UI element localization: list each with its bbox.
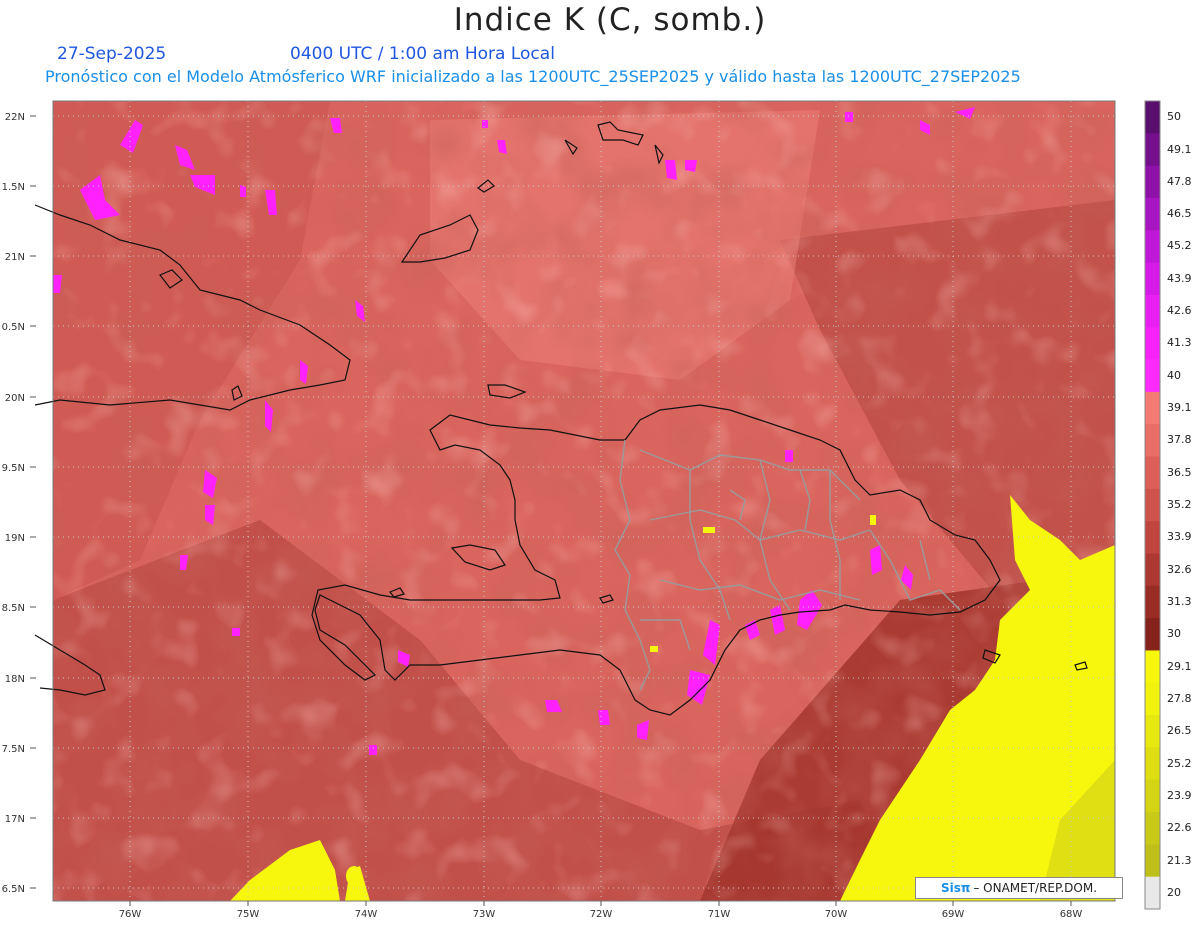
map-plot-area xyxy=(53,101,1115,901)
colorbar-swatch xyxy=(1145,165,1160,199)
colorbar-swatch xyxy=(1145,747,1160,781)
colorbar-swatch xyxy=(1145,456,1160,490)
lon-label: 72W xyxy=(590,909,613,920)
lon-label: 68W xyxy=(1060,909,1083,920)
colorbar-swatch xyxy=(1145,391,1160,425)
colorbar-label: 36.5 xyxy=(1167,465,1192,479)
colorbar-swatch xyxy=(1145,359,1160,393)
colorbar-swatch xyxy=(1145,553,1160,587)
colorbar-label: 27.8 xyxy=(1167,691,1192,705)
colorbar-label: 43.9 xyxy=(1167,271,1192,285)
colorbar-label: 25.2 xyxy=(1167,756,1192,770)
colorbar-label: 37.8 xyxy=(1167,433,1192,447)
lon-label: 71W xyxy=(708,909,731,920)
colorbar-swatch xyxy=(1145,327,1160,360)
colorbar-label: 29.1 xyxy=(1167,659,1192,673)
colorbar-swatch xyxy=(1145,230,1160,263)
colorbar-swatch xyxy=(1145,844,1160,878)
lat-label: 17N xyxy=(5,814,25,825)
colorbar-swatch xyxy=(1145,876,1160,910)
colorbar-swatch xyxy=(1145,812,1160,845)
colorbar-swatch xyxy=(1145,618,1160,651)
colorbar-label: 21.3 xyxy=(1167,853,1192,867)
lat-label: 9.5N xyxy=(2,463,25,474)
lat-label: 19N xyxy=(5,533,25,544)
lat-label: 0.5N xyxy=(2,322,25,333)
colorbar-label: 23.9 xyxy=(1167,788,1192,802)
colorbar-label: 40 xyxy=(1167,368,1181,382)
colorbar-label: 33.9 xyxy=(1167,530,1192,544)
colorbar-swatch xyxy=(1145,488,1160,522)
credit-badge: Sisπ – ONAMET/REP.DOM. xyxy=(915,877,1123,899)
colorbar-label: 42.6 xyxy=(1167,304,1192,318)
longitude-ticks xyxy=(129,901,1072,906)
colorbar-swatch xyxy=(1145,197,1160,231)
colorbar-label: 20 xyxy=(1167,885,1181,899)
low-k-speck xyxy=(703,527,715,533)
low-k-speck xyxy=(650,646,658,652)
colorbar-swatch xyxy=(1145,294,1160,328)
sis-logo: Sisπ xyxy=(940,881,971,895)
k-index-map: 22N 1.5N 21N 0.5N 20N 9.5N 19N 8.5N 18N … xyxy=(2,100,1161,920)
lon-label: 73W xyxy=(473,909,496,920)
colorbar-label: 22.6 xyxy=(1167,821,1192,835)
lon-label: 69W xyxy=(942,909,965,920)
colorbar-label: 49.1 xyxy=(1167,142,1192,156)
lat-label: 1.5N xyxy=(2,182,25,193)
colorbar-swatch xyxy=(1145,424,1160,457)
colorbar-label: 46.5 xyxy=(1167,207,1192,221)
latitude-labels: 22N 1.5N 21N 0.5N 20N 9.5N 19N 8.5N 18N … xyxy=(2,112,25,895)
lat-label: 20N xyxy=(5,393,25,404)
low-k-speck xyxy=(870,515,876,525)
lat-label: 6.5N xyxy=(2,884,25,895)
lat-label: 18N xyxy=(5,674,25,685)
lat-label: 22N xyxy=(5,112,25,123)
colorbar xyxy=(1144,100,1161,910)
lon-label: 74W xyxy=(355,909,378,920)
colorbar-label: 39.1 xyxy=(1167,401,1192,414)
colorbar-label: 31.3 xyxy=(1167,595,1192,608)
colorbar-label: 26.5 xyxy=(1167,724,1192,738)
longitude-labels: 76W 75W 74W 73W 72W 71W 70W 69W 68W xyxy=(119,909,1083,920)
colorbar-swatch xyxy=(1145,682,1160,716)
colorbar-swatch xyxy=(1145,101,1160,134)
lon-label: 76W xyxy=(119,909,142,920)
lat-label: 8.5N xyxy=(2,603,25,614)
colorbar-swatch xyxy=(1145,133,1160,167)
colorbar-label: 45.2 xyxy=(1167,239,1192,253)
lat-label: 7.5N xyxy=(2,744,25,755)
low-k-spot xyxy=(346,866,362,886)
colorbar-label: 41.3 xyxy=(1167,336,1192,350)
colorbar-label: 47.8 xyxy=(1167,174,1192,188)
colorbar-swatch xyxy=(1145,585,1160,619)
colorbar-swatch xyxy=(1145,521,1160,554)
colorbar-swatch xyxy=(1145,715,1160,748)
colorbar-swatch xyxy=(1145,650,1160,684)
colorbar-label: 32.6 xyxy=(1167,562,1192,576)
lon-label: 70W xyxy=(825,909,848,920)
colorbar-label: 50 xyxy=(1167,110,1181,124)
latitude-ticks xyxy=(30,115,36,889)
lon-label: 75W xyxy=(237,909,260,920)
credit-text: – ONAMET/REP.DOM. xyxy=(973,881,1098,895)
colorbar-swatch xyxy=(1145,779,1160,813)
colorbar-label: 30 xyxy=(1167,627,1181,641)
colorbar-swatch xyxy=(1145,262,1160,296)
colorbar-label: 35.2 xyxy=(1167,498,1192,511)
lat-label: 21N xyxy=(5,252,25,263)
